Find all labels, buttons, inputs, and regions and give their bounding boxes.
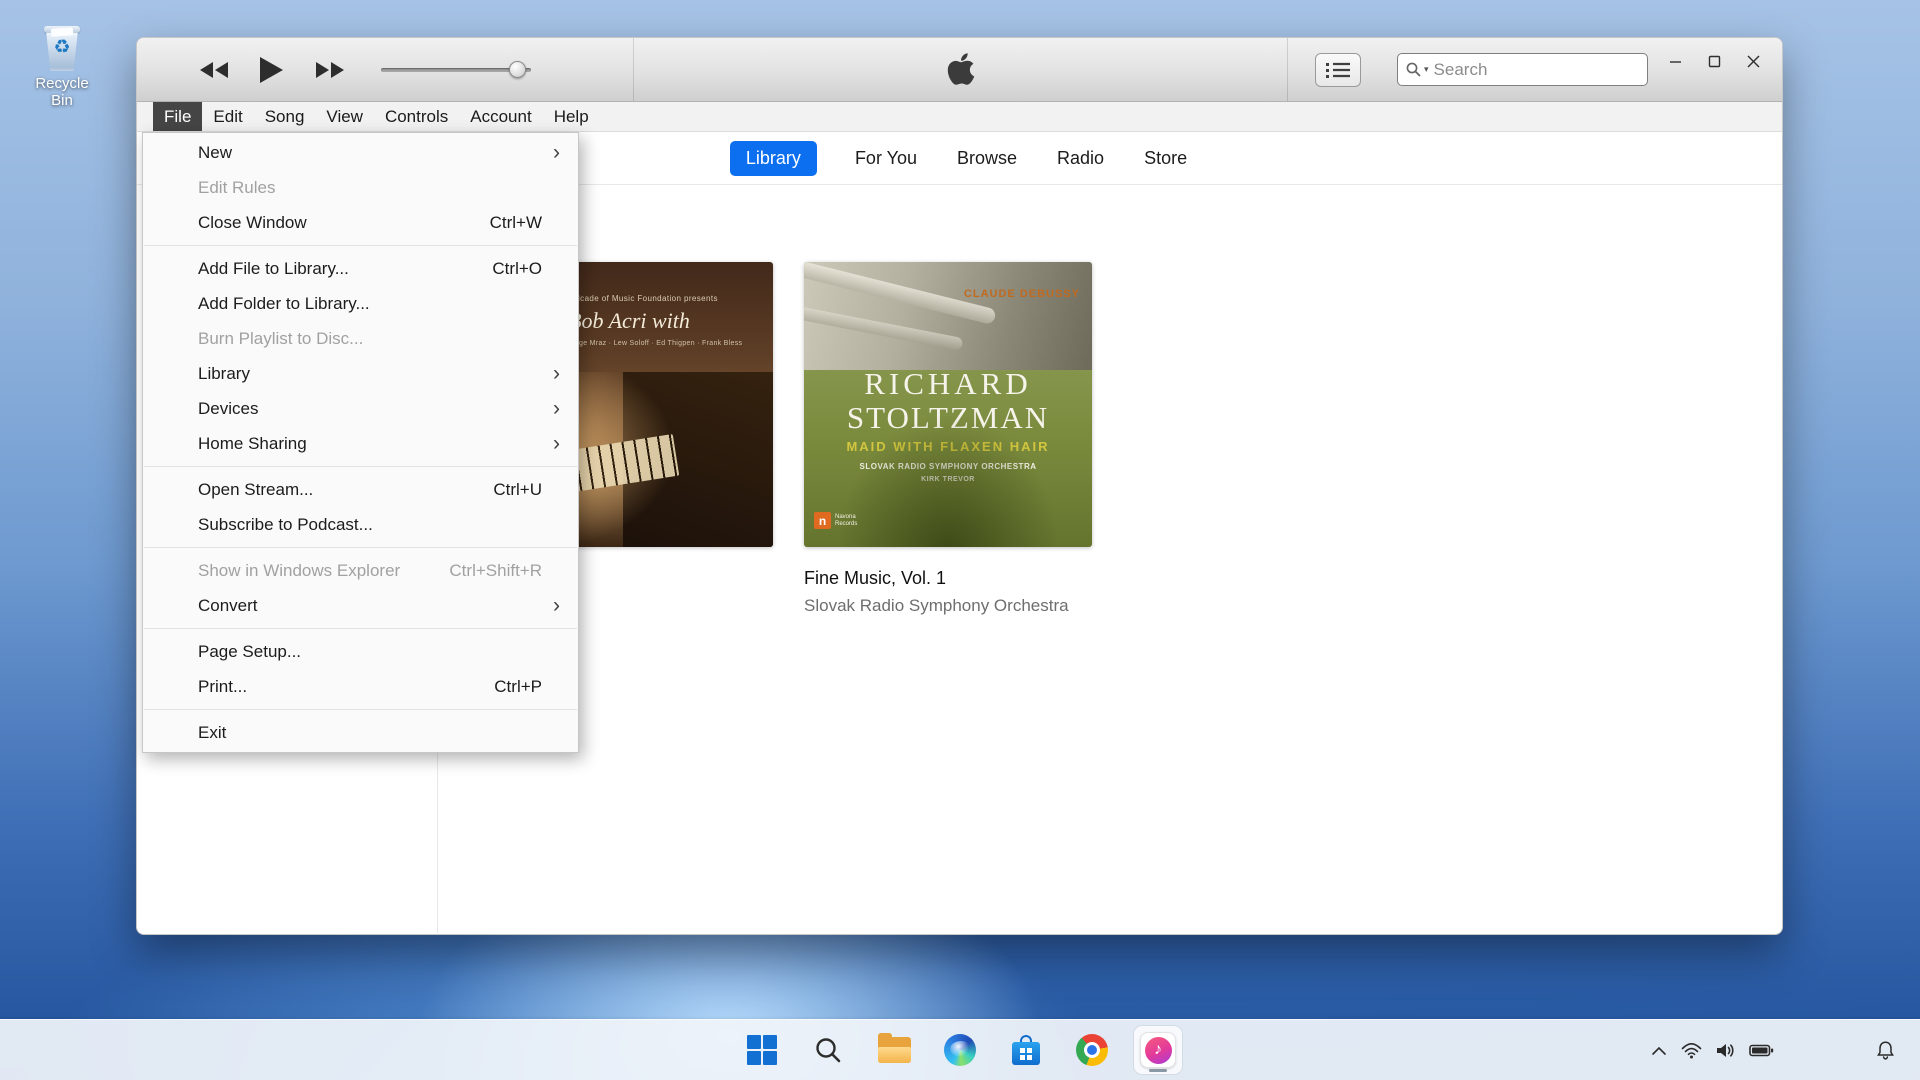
play-button[interactable] — [259, 56, 284, 84]
store-icon — [1012, 1035, 1040, 1065]
file-menu-item-library[interactable]: Library › — [143, 356, 578, 391]
edge-icon — [944, 1034, 976, 1066]
file-menu-item-burn-playlist: Burn Playlist to Disc... — [143, 321, 578, 356]
search-icon — [814, 1036, 842, 1064]
volume-slider-knob[interactable] — [509, 61, 526, 78]
tray-chevron-up-icon[interactable] — [1644, 1038, 1674, 1064]
tab-store[interactable]: Store — [1142, 141, 1189, 176]
menu-bar: File Edit Song View Controls Account Hel… — [137, 102, 1782, 132]
itunes-window: ▾ File Edit Song View Controls — [136, 37, 1783, 935]
file-explorer-button[interactable] — [870, 1026, 918, 1074]
window-controls — [1660, 46, 1768, 76]
album-art-composer: CLAUDE DEBUSSY — [964, 288, 1080, 300]
maximize-button[interactable] — [1699, 46, 1729, 76]
tab-radio[interactable]: Radio — [1055, 141, 1106, 176]
edge-button[interactable] — [936, 1026, 984, 1074]
chrome-icon — [1076, 1034, 1108, 1066]
menu-account[interactable]: Account — [459, 102, 542, 131]
album-caption-title[interactable]: Fine Music, Vol. 1 — [804, 568, 946, 589]
horn-shadow-art — [839, 416, 1058, 547]
fast-forward-button[interactable] — [315, 61, 345, 79]
menu-controls[interactable]: Controls — [374, 102, 459, 131]
start-button[interactable] — [738, 1026, 786, 1074]
menu-separator — [144, 466, 577, 467]
microsoft-store-button[interactable] — [1002, 1026, 1050, 1074]
menu-separator — [144, 628, 577, 629]
recycle-bin[interactable]: ♻ Recycle Bin — [26, 22, 98, 109]
file-menu-item-add-folder[interactable]: Add Folder to Library... — [143, 286, 578, 321]
file-menu-item-home-sharing[interactable]: Home Sharing › — [143, 426, 578, 461]
titlebar-toolbar: ▾ — [137, 38, 1782, 102]
tab-for-you[interactable]: For You — [853, 141, 919, 176]
notifications-bell-icon[interactable] — [1869, 1032, 1902, 1069]
file-menu-item-devices[interactable]: Devices › — [143, 391, 578, 426]
file-menu-item-exit[interactable]: Exit — [143, 715, 578, 750]
tab-library[interactable]: Library — [730, 141, 817, 176]
windows-logo-icon — [747, 1035, 777, 1065]
search-icon — [1406, 62, 1421, 77]
menu-edit[interactable]: Edit — [202, 102, 253, 131]
up-next-list-button[interactable] — [1315, 53, 1361, 87]
menu-help[interactable]: Help — [543, 102, 600, 131]
submenu-chevron-icon: › — [544, 142, 568, 163]
file-menu-item-convert[interactable]: Convert › — [143, 588, 578, 623]
file-menu-item-add-file[interactable]: Add File to Library... Ctrl+O — [143, 251, 578, 286]
close-button[interactable] — [1738, 46, 1768, 76]
menu-separator — [144, 709, 577, 710]
submenu-chevron-icon: › — [544, 595, 568, 616]
search-options-caret-icon: ▾ — [1424, 64, 1429, 75]
menu-separator — [144, 245, 577, 246]
menu-shortcut: Ctrl+U — [493, 480, 542, 500]
menu-view[interactable]: View — [315, 102, 374, 131]
record-label-logo: n Navona Records — [814, 512, 869, 529]
file-menu-item-subscribe-podcast[interactable]: Subscribe to Podcast... — [143, 507, 578, 542]
rewind-button[interactable] — [199, 61, 229, 79]
taskbar: ♪ — [0, 1019, 1920, 1080]
menu-shortcut: Ctrl+P — [494, 677, 542, 697]
itunes-button[interactable]: ♪ — [1134, 1026, 1182, 1074]
search-input[interactable] — [1434, 60, 1655, 80]
submenu-chevron-icon: › — [544, 363, 568, 384]
file-dropdown-menu: New › Edit Rules Close Window Ctrl+W Add… — [142, 132, 579, 753]
taskbar-search-button[interactable] — [804, 1026, 852, 1074]
recycle-bin-label: Recycle Bin — [26, 75, 98, 109]
spoons-photo-art — [804, 262, 1092, 370]
menu-file[interactable]: File — [153, 102, 202, 131]
album-art-artist-line1: RICHARD — [804, 366, 1092, 402]
tab-browse[interactable]: Browse — [955, 141, 1019, 176]
menu-shortcut: Ctrl+Shift+R — [449, 561, 542, 581]
apple-logo-icon — [947, 51, 975, 87]
file-menu-item-edit-rules: Edit Rules — [143, 170, 578, 205]
desktop: ♻ Recycle Bin — [0, 0, 1920, 1080]
menu-separator — [144, 547, 577, 548]
album-tile-fine-music[interactable]: CLAUDE DEBUSSY RICHARD STOLTZMAN MAID WI… — [804, 262, 1092, 547]
submenu-chevron-icon: › — [544, 433, 568, 454]
submenu-chevron-icon: › — [544, 398, 568, 419]
itunes-icon: ♪ — [1140, 1032, 1176, 1068]
album-caption-artist[interactable]: Slovak Radio Symphony Orchestra — [804, 596, 1069, 616]
file-menu-item-show-in-explorer: Show in Windows Explorer Ctrl+Shift+R — [143, 553, 578, 588]
volume-icon[interactable] — [1709, 1034, 1742, 1067]
chrome-button[interactable] — [1068, 1026, 1116, 1074]
music-note-icon: ♪ — [1154, 1041, 1162, 1059]
file-menu-item-page-setup[interactable]: Page Setup... — [143, 634, 578, 669]
toolbar-divider — [1287, 38, 1288, 101]
menu-song[interactable]: Song — [254, 102, 316, 131]
search-field[interactable]: ▾ — [1397, 53, 1648, 86]
file-menu-item-close-window[interactable]: Close Window Ctrl+W — [143, 205, 578, 240]
minimize-button[interactable] — [1660, 46, 1690, 76]
menu-shortcut: Ctrl+O — [492, 259, 542, 279]
menu-shortcut: Ctrl+W — [490, 213, 542, 233]
folder-icon — [878, 1037, 911, 1063]
recycle-bin-icon: ♻ — [41, 22, 83, 72]
file-menu-item-print[interactable]: Print... Ctrl+P — [143, 669, 578, 704]
recycle-symbol-icon: ♻ — [41, 36, 83, 59]
wifi-icon[interactable] — [1674, 1034, 1709, 1067]
battery-icon[interactable] — [1742, 1036, 1781, 1065]
file-menu-item-new[interactable]: New › — [143, 135, 578, 170]
toolbar-divider — [633, 38, 634, 101]
file-menu-item-open-stream[interactable]: Open Stream... Ctrl+U — [143, 472, 578, 507]
